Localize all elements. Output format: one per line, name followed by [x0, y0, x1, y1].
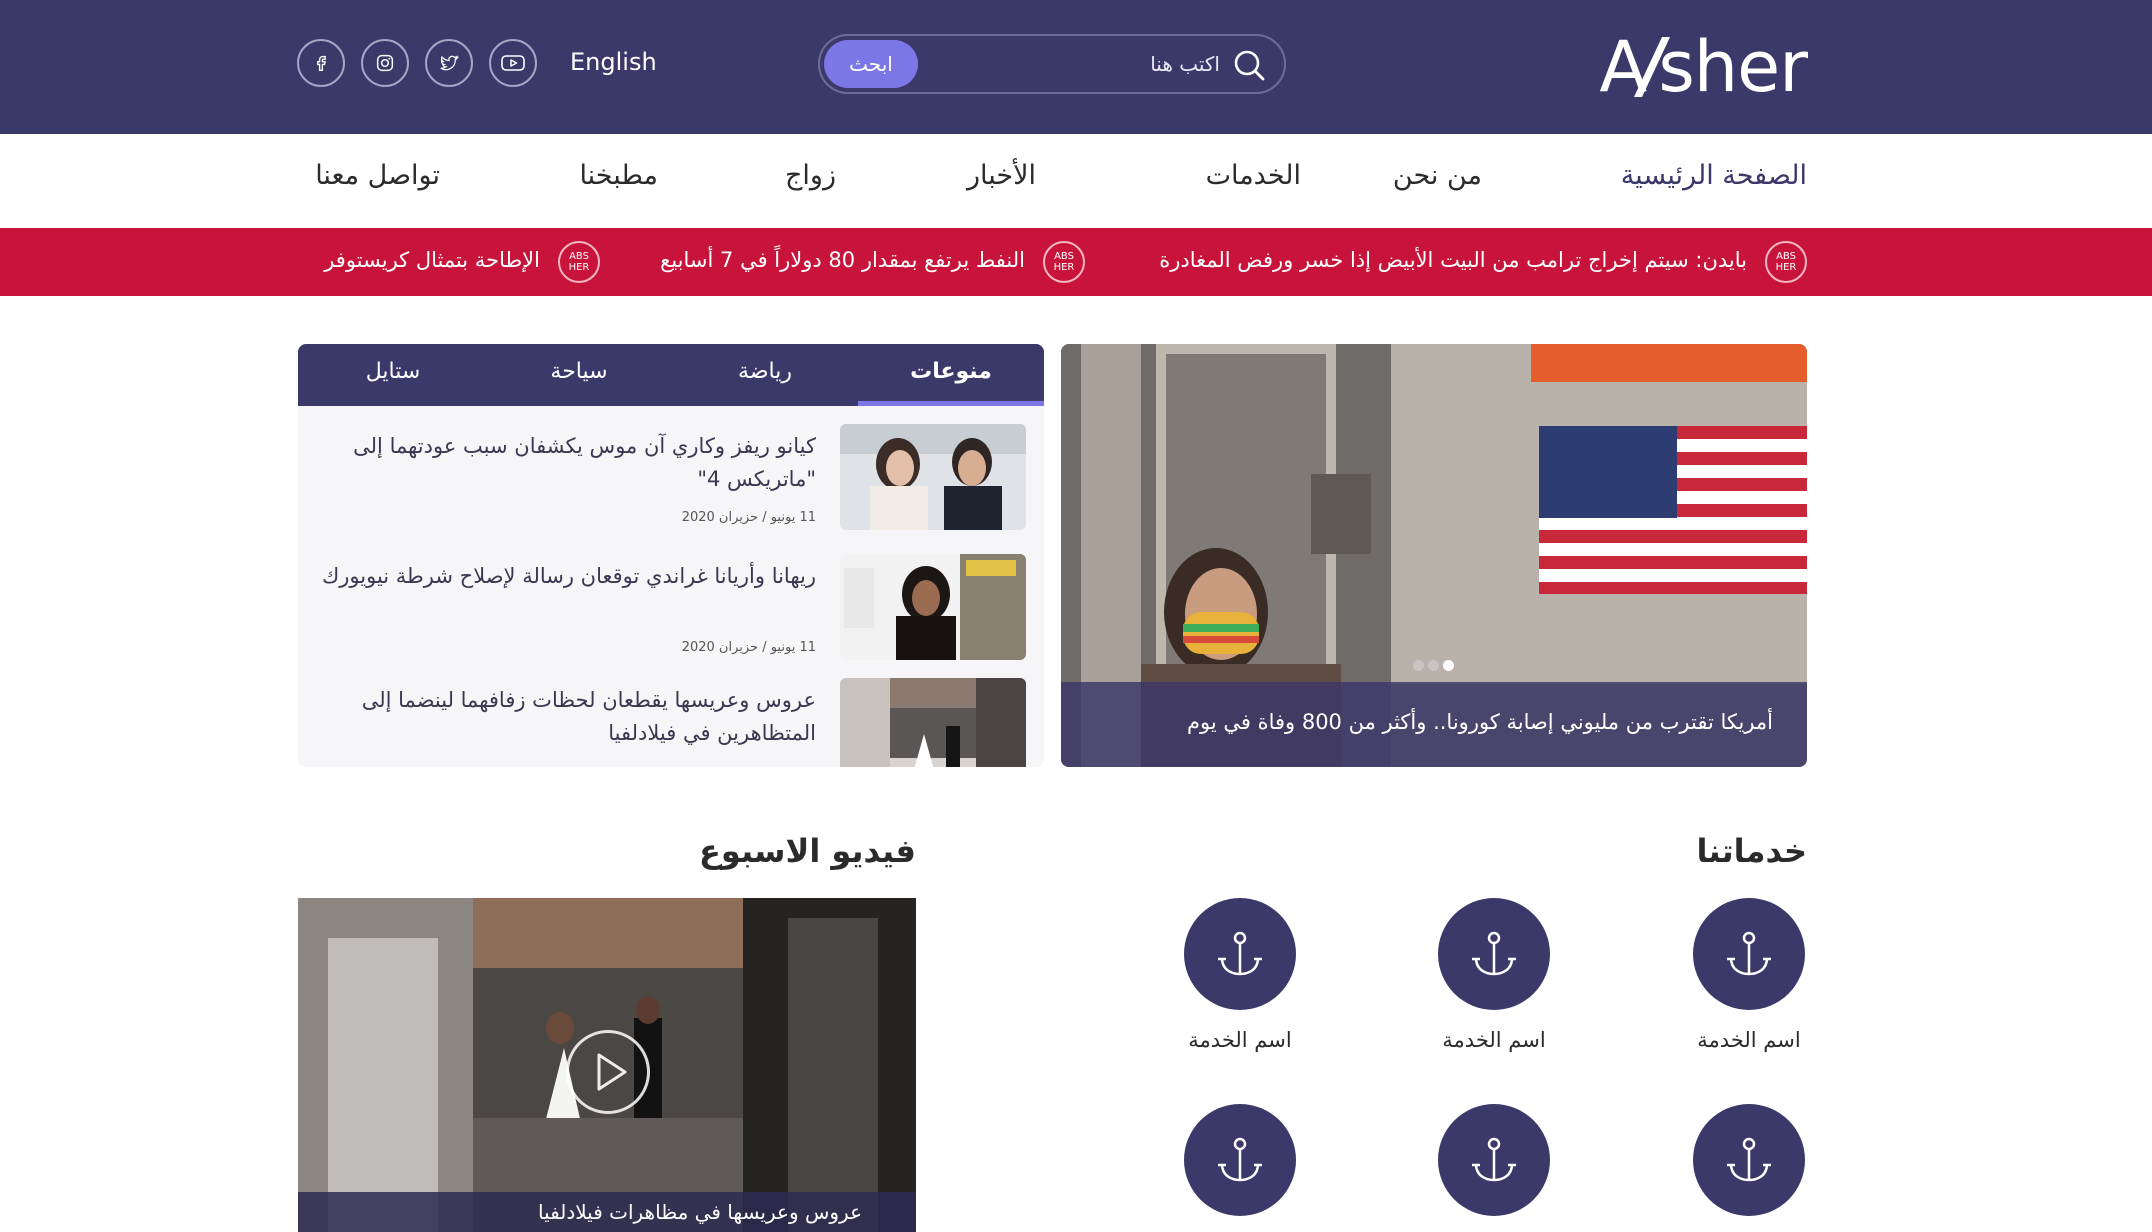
service-label[interactable]: اسم الخدمة: [1669, 1028, 1829, 1052]
tab-bar: منوعات رياضة سياحة ستايل: [298, 344, 1044, 406]
tab-tourism[interactable]: سياحة: [486, 344, 672, 406]
language-switch[interactable]: English: [570, 48, 657, 76]
nav-news[interactable]: الأخبار: [967, 160, 1036, 191]
play-button[interactable]: [566, 1030, 650, 1114]
anchor-icon: [1472, 1137, 1516, 1182]
video-section-title: فيديو الاسبوع: [699, 832, 916, 870]
anchor-icon: [1727, 931, 1771, 976]
twitter-icon[interactable]: [425, 39, 473, 87]
anchor-icon: [1727, 1137, 1771, 1182]
nav-contact[interactable]: تواصل معنا: [315, 160, 440, 191]
article-date: 11 يونيو / حزيران 2020: [681, 510, 816, 525]
search-bar: ابحث: [818, 34, 1286, 94]
nav-kitchen[interactable]: مطبخنا: [579, 160, 658, 191]
ticker-item[interactable]: بايدن: سيتم إخراج ترامب من البيت الأبيض …: [1159, 248, 1747, 272]
featured-slider[interactable]: أمريكا تقترب من مليوني إصابة كورونا.. وأ…: [1061, 344, 1807, 767]
ticker-badge: ABS HER: [1043, 241, 1085, 283]
service-label[interactable]: اسم الخدمة: [1160, 1028, 1320, 1052]
service-button[interactable]: [1693, 1104, 1805, 1216]
article-thumbnail: [840, 424, 1026, 530]
site-logo[interactable]: A sher: [1599, 22, 1808, 112]
article-date: 11 يونيو / حزيران 2020: [681, 640, 816, 655]
slider-caption-text[interactable]: أمريكا تقترب من مليوني إصابة كورونا.. وأ…: [1187, 710, 1773, 734]
article-title[interactable]: عروس وعريسها يقطعان لحظات زفافهما لينضما…: [316, 684, 816, 750]
service-button[interactable]: [1184, 1104, 1296, 1216]
search-input[interactable]: [940, 46, 1220, 82]
youtube-icon[interactable]: [489, 39, 537, 87]
ticker-item[interactable]: النفط يرتفع بمقدار 80 دولاراً في 7 أسابي…: [660, 248, 1025, 272]
ticker-badge: ABS HER: [558, 241, 600, 283]
nav-about[interactable]: من نحن: [1393, 160, 1482, 191]
article-item[interactable]: كيانو ريفز وكاري آن موس يكشفان سبب عودته…: [298, 424, 1044, 536]
article-title[interactable]: ريهانا وأريانا غراندي توقعان رسالة لإصلا…: [316, 560, 816, 593]
ticker-badge: ABS HER: [1765, 241, 1807, 283]
service-label[interactable]: اسم الخدمة: [1414, 1028, 1574, 1052]
news-ticker: ABS HER بايدن: سيتم إخراج ترامب من البيت…: [0, 228, 2152, 296]
logo-word: sher: [1658, 26, 1808, 108]
service-button[interactable]: [1184, 898, 1296, 1010]
main-nav: الصفحة الرئيسية من نحن الخدمات الأخبار ز…: [0, 134, 2152, 228]
video-caption-text: عروس وعريسها في مظاهرات فيلادلفيا: [538, 1200, 863, 1224]
service-button[interactable]: [1438, 898, 1550, 1010]
article-item[interactable]: عروس وعريسها يقطعان لحظات زفافهما لينضما…: [298, 678, 1044, 767]
article-title[interactable]: كيانو ريفز وكاري آن موس يكشفان سبب عودته…: [316, 430, 816, 496]
anchor-icon: [1218, 1137, 1262, 1182]
slider-dot[interactable]: [1413, 660, 1424, 671]
tab-variety[interactable]: منوعات: [858, 344, 1044, 406]
nav-home[interactable]: الصفحة الرئيسية: [1621, 160, 1807, 191]
tab-style[interactable]: ستايل: [300, 344, 486, 406]
services-title: خدماتنا: [1696, 832, 1807, 870]
search-icon[interactable]: [1232, 48, 1266, 82]
video-caption: عروس وعريسها في مظاهرات فيلادلفيا: [298, 1192, 916, 1232]
article-thumbnail: [840, 678, 1026, 767]
article-thumbnail: [840, 554, 1026, 660]
video-of-week[interactable]: عروس وعريسها في مظاهرات فيلادلفيا: [298, 898, 916, 1232]
service-button[interactable]: [1438, 1104, 1550, 1216]
anchor-icon: [1472, 931, 1516, 976]
play-icon: [597, 1053, 627, 1091]
article-item[interactable]: ريهانا وأريانا غراندي توقعان رسالة لإصلا…: [298, 554, 1044, 666]
service-button[interactable]: [1693, 898, 1805, 1010]
nav-marriage[interactable]: زواج: [785, 160, 836, 191]
search-button[interactable]: ابحث: [824, 40, 918, 88]
tab-sports[interactable]: رياضة: [672, 344, 858, 406]
facebook-icon[interactable]: [297, 39, 345, 87]
category-tabs-panel: منوعات رياضة سياحة ستايل كيانو ريفز وكار…: [298, 344, 1044, 767]
slider-dot[interactable]: [1428, 660, 1439, 671]
slider-caption: أمريكا تقترب من مليوني إصابة كورونا.. وأ…: [1061, 682, 1807, 767]
ticker-item[interactable]: الإطاحة بتمثال كريستوفر: [324, 248, 540, 272]
top-header: A sher ابحث English: [0, 0, 2152, 134]
nav-services[interactable]: الخدمات: [1206, 160, 1301, 191]
instagram-icon[interactable]: [361, 39, 409, 87]
anchor-icon: [1218, 931, 1262, 976]
slider-dot-active[interactable]: [1443, 660, 1454, 671]
